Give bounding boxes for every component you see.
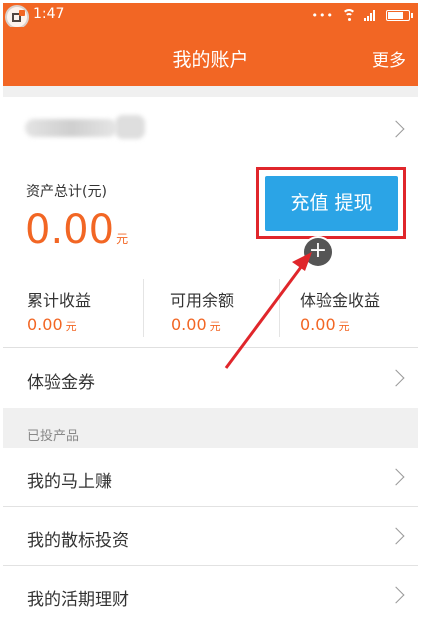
- product-label: 我的散标投资: [27, 531, 129, 551]
- chevron-right-icon: [387, 468, 405, 486]
- stat-available-balance[interactable]: 可用余额 0.00 元: [144, 269, 279, 347]
- asset-total-unit: 元: [116, 232, 129, 246]
- chevron-right-icon: [387, 120, 405, 138]
- nav-bar: 我的账户 更多: [3, 27, 418, 86]
- stat-label: 可用余额: [170, 291, 235, 310]
- page-title: 我的账户: [172, 49, 249, 71]
- stat-amount: 0.00: [171, 315, 207, 334]
- asset-total-amount: 0.00 元: [25, 207, 128, 262]
- plus-icon: +: [304, 238, 332, 266]
- product-label: 我的活期理财: [27, 590, 129, 610]
- chevron-right-icon: [387, 586, 405, 604]
- blurred-username-tail: [115, 115, 145, 139]
- wifi-icon: [342, 9, 356, 21]
- asset-total-label: 资产总计(元): [26, 184, 107, 200]
- stat-cumulative-income[interactable]: 累计收益 0.00 元: [3, 269, 141, 347]
- stat-label: 累计收益: [27, 291, 92, 310]
- stat-value: 0.00 元: [27, 315, 77, 334]
- more-button[interactable]: 更多: [372, 46, 406, 71]
- chevron-right-icon: [387, 369, 405, 387]
- asset-total-value: 0.00: [25, 207, 115, 253]
- product-label: 我的马上赚: [27, 472, 112, 492]
- app-screen: 1:47 ••• 我的账户 更多 资产总计(元) 0.00 元 充值 提现 累计收…: [3, 3, 418, 615]
- trial-voucher-row[interactable]: 体验金券: [3, 348, 418, 408]
- stat-unit: 元: [65, 320, 77, 333]
- blurred-username: [25, 119, 117, 137]
- stat-value: 0.00 元: [171, 315, 221, 334]
- app-switch-icon[interactable]: [5, 5, 29, 29]
- stat-unit: 元: [209, 320, 221, 333]
- stat-amount: 0.00: [300, 315, 336, 334]
- battery-icon: [386, 9, 413, 21]
- product-row-demand-finance[interactable]: 我的活期理财: [3, 566, 418, 615]
- stat-amount: 0.00: [27, 315, 63, 334]
- stat-unit: 元: [338, 320, 350, 333]
- status-time: 1:47: [33, 6, 65, 22]
- signal-icon: [364, 9, 378, 21]
- trial-voucher-label: 体验金券: [27, 373, 95, 393]
- product-row-loan-invest[interactable]: 我的散标投资: [3, 507, 418, 566]
- status-indicators: •••: [311, 8, 413, 22]
- stat-label: 体验金收益: [300, 291, 381, 310]
- section-header: 已投产品: [3, 408, 418, 448]
- stat-value: 0.00 元: [300, 315, 350, 334]
- chevron-right-icon: [387, 527, 405, 545]
- status-bar: 1:47 •••: [3, 3, 418, 29]
- notification-dots: •••: [311, 8, 334, 22]
- section-title: 已投产品: [27, 429, 80, 444]
- product-row-quick-earn[interactable]: 我的马上赚: [3, 448, 418, 507]
- stat-trial-income[interactable]: 体验金收益 0.00 元: [280, 269, 418, 347]
- stats-section: 累计收益 0.00 元 可用余额 0.00 元 体验金收益 0.00 元: [3, 269, 418, 348]
- charge-withdraw-button[interactable]: 充值 提现: [265, 176, 398, 231]
- user-account-row[interactable]: [3, 97, 418, 162]
- asset-total-section: 资产总计(元) 0.00 元 充值 提现: [3, 161, 418, 270]
